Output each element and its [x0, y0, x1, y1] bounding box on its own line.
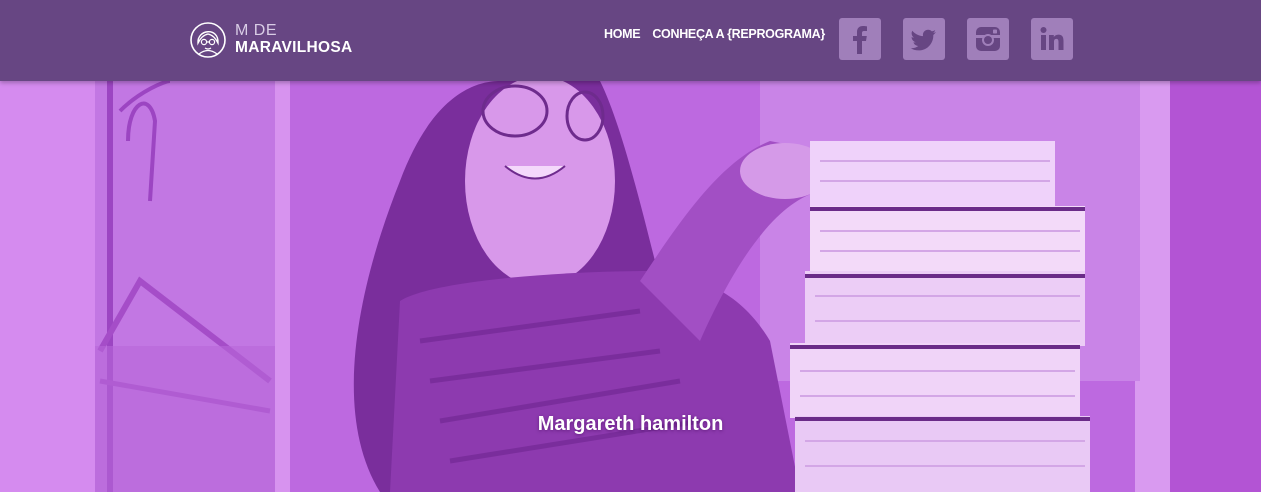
logo-line-2: MARAVILHOSA	[235, 38, 353, 56]
facebook-icon	[853, 26, 867, 54]
twitter-link[interactable]	[903, 18, 945, 60]
linkedin-icon	[1040, 27, 1064, 50]
linkedin-link[interactable]	[1031, 18, 1073, 60]
hero-caption: Margareth hamilton	[537, 413, 724, 435]
instagram-link[interactable]	[967, 18, 1009, 60]
main-nav: HOME CONHEÇA A {REPROGRAMA}	[604, 27, 825, 41]
woman-face-logo-icon	[190, 22, 226, 58]
nav-conheca-link[interactable]: CONHEÇA A {REPROGRAMA}	[652, 27, 825, 41]
hero-banner: Margareth hamilton	[0, 81, 1261, 492]
logo-line-1: M DE	[235, 21, 277, 39]
instagram-icon	[976, 27, 1000, 51]
facebook-link[interactable]	[839, 18, 881, 60]
site-logo[interactable]: M DE MARAVILHOSA	[189, 16, 353, 62]
nav-home-link[interactable]: HOME	[604, 27, 641, 41]
twitter-icon	[910, 29, 936, 51]
social-links	[839, 18, 1073, 60]
site-header: M DE MARAVILHOSA HOME CONHEÇA A {REPROGR…	[0, 0, 1261, 81]
